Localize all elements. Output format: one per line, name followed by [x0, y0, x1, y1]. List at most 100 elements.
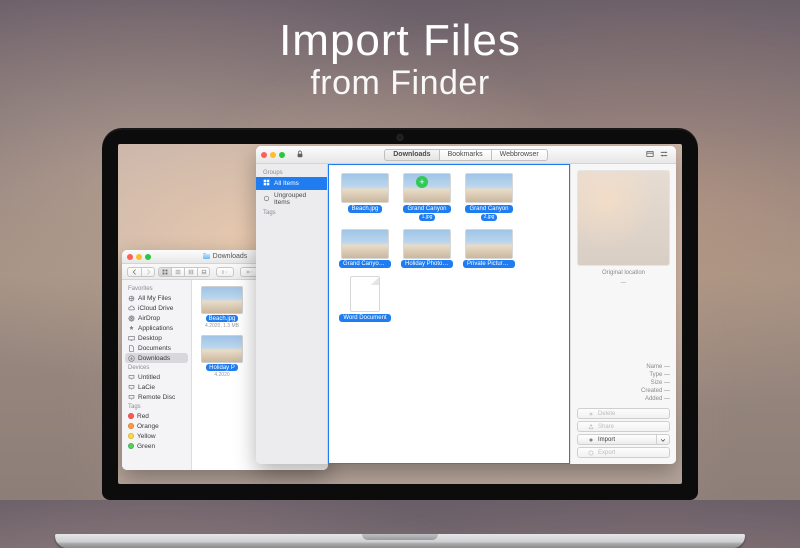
sidebar-item-untitled[interactable]: Untitled: [122, 372, 191, 382]
sidebar-item-label: LaCie: [138, 384, 155, 391]
sidebar-item-airdrop[interactable]: AirDrop: [122, 313, 191, 323]
info-caption: Original location: [577, 270, 670, 276]
finder-sidebar[interactable]: Favorites All My Files iCloud Drive AirDro…: [122, 280, 192, 470]
image-thumbnail: [465, 173, 513, 203]
app-toolbar-right: [646, 150, 668, 160]
devices-heading: Devices: [122, 363, 191, 372]
delete-button[interactable]: Delete: [577, 408, 670, 419]
share-button[interactable]: Share: [577, 421, 670, 432]
sidebar-icon: [128, 325, 135, 332]
info-row: Name —: [577, 364, 670, 370]
app-content-dropzone[interactable]: + Beach.jpgGrand Canyon1.jpgGrand Canyon…: [328, 164, 570, 464]
app-sidebar[interactable]: Groups All Items Ungrouped Items Tags: [256, 164, 328, 464]
sidebar-item-label: Orange: [137, 423, 159, 430]
item-name: Grand Canyon: [465, 205, 512, 213]
sidebar-icon: [128, 295, 135, 302]
sidebar-item-icloud-drive[interactable]: iCloud Drive: [122, 303, 191, 313]
settings-icon[interactable]: [660, 150, 668, 160]
info-rows: Name —Type —Size —Created —Added —: [577, 364, 670, 402]
item-name: Grand Canyon: [403, 205, 450, 213]
laptop-notch: [362, 534, 438, 540]
new-window-icon[interactable]: [646, 150, 654, 160]
image-thumbnail: [341, 229, 389, 259]
tab-downloads[interactable]: Downloads: [384, 149, 438, 161]
sidebar-item-label: Yellow: [137, 433, 156, 440]
sidebar-item-desktop[interactable]: Desktop: [122, 333, 191, 343]
sidebar-item-documents[interactable]: Documents: [122, 343, 191, 353]
image-thumbnail: [403, 173, 451, 203]
app-tags-heading: Tags: [256, 208, 327, 217]
group-label: Ungrouped Items: [274, 192, 320, 206]
file-meta: 4.2020: [214, 372, 229, 378]
tag-yellow[interactable]: Yellow: [122, 431, 191, 441]
forward-button[interactable]: [141, 267, 155, 277]
sidebar-item-lacie[interactable]: LaCie: [122, 382, 191, 392]
group-all-items[interactable]: All Items: [256, 177, 327, 190]
tag-green[interactable]: Green: [122, 441, 191, 451]
view-icons-button[interactable]: [158, 267, 171, 277]
item-name: Private Picture.jpg: [463, 260, 515, 268]
info-row: Added —: [577, 396, 670, 402]
sidebar-icon: [128, 315, 135, 322]
import-item[interactable]: Grand Canyon2.jpg: [463, 173, 515, 221]
info-row: Type —: [577, 372, 670, 378]
info-row: Size —: [577, 380, 670, 386]
file-meta: 4.2020, 1.3 MB: [205, 323, 239, 329]
folder-icon: [203, 254, 210, 259]
tab-webbrowser[interactable]: Webbrowser: [491, 149, 548, 161]
import-menu-button[interactable]: [656, 434, 670, 445]
sidebar-item-label: Green: [137, 443, 155, 450]
tag-dot-icon: [128, 423, 134, 429]
group-ungrouped-items[interactable]: Ungrouped Items: [256, 190, 327, 208]
groups-heading: Groups: [256, 168, 327, 177]
tag-dot-icon: [128, 433, 134, 439]
sidebar-item-label: Remote Disc: [138, 394, 175, 401]
app-titlebar[interactable]: DownloadsBookmarksWebbrowser: [256, 146, 676, 164]
app-info-panel: Original location — Name —Type —Size —Cr…: [570, 164, 676, 464]
sidebar-item-label: Untitled: [138, 374, 160, 381]
tag-dot-icon: [128, 443, 134, 449]
view-list-button[interactable]: [171, 267, 184, 277]
tag-dot-icon: [128, 413, 134, 419]
item-name: Beach.jpg: [348, 205, 383, 213]
item-name: Holiday Photo.jpg: [401, 260, 453, 268]
import-button[interactable]: Import: [577, 434, 656, 445]
sidebar-item-downloads[interactable]: Downloads: [125, 353, 188, 363]
tab-bookmarks[interactable]: Bookmarks: [439, 149, 491, 161]
sidebar-item-label: Applications: [138, 325, 173, 332]
import-item[interactable]: Holiday Photo.jpg: [401, 229, 453, 269]
import-item[interactable]: Grand Canyon.jpg: [339, 229, 391, 269]
sidebar-item-label: AirDrop: [138, 315, 160, 322]
back-button[interactable]: [127, 267, 141, 277]
document-icon: [350, 276, 380, 312]
app-window[interactable]: DownloadsBookmarksWebbrowser Groups All …: [256, 146, 676, 464]
image-thumbnail: [201, 335, 243, 363]
favorites-heading: Favorites: [122, 284, 191, 293]
view-columns-button[interactable]: [184, 267, 197, 277]
item-name: Grand Canyon.jpg: [339, 260, 391, 268]
sidebar-icon: [128, 305, 135, 312]
import-item[interactable]: Grand Canyon1.jpg: [401, 173, 453, 221]
sidebar-item-applications[interactable]: Applications: [122, 323, 191, 333]
nav-group: [127, 267, 155, 277]
tag-red[interactable]: Red: [122, 411, 191, 421]
file-item[interactable]: Beach.jpg4.2020, 1.3 MB: [198, 286, 246, 329]
import-item[interactable]: Private Picture.jpg: [463, 229, 515, 269]
sidebar-item-label: Desktop: [138, 335, 162, 342]
info-actions: Delete Share Import Export: [577, 408, 670, 458]
import-item[interactable]: Beach.jpg: [339, 173, 391, 221]
hero: Import Files from Finder: [0, 16, 800, 103]
sidebar-item-label: iCloud Drive: [138, 305, 173, 312]
file-item[interactable]: Holiday P4.2020: [198, 335, 246, 384]
import-item[interactable]: Word Document: [339, 276, 391, 322]
tag-orange[interactable]: Orange: [122, 421, 191, 431]
export-button[interactable]: Export: [577, 447, 670, 458]
image-thumbnail: [403, 229, 451, 259]
hero-subtitle: from Finder: [0, 64, 800, 103]
laptop-base: [55, 534, 745, 548]
sidebar-item-remote-disc[interactable]: Remote Disc: [122, 392, 191, 402]
arrange-button[interactable]: [216, 267, 234, 277]
view-coverflow-button[interactable]: [197, 267, 210, 277]
sidebar-item-label: All My Files: [138, 295, 171, 302]
sidebar-item-all-my-files[interactable]: All My Files: [122, 293, 191, 303]
